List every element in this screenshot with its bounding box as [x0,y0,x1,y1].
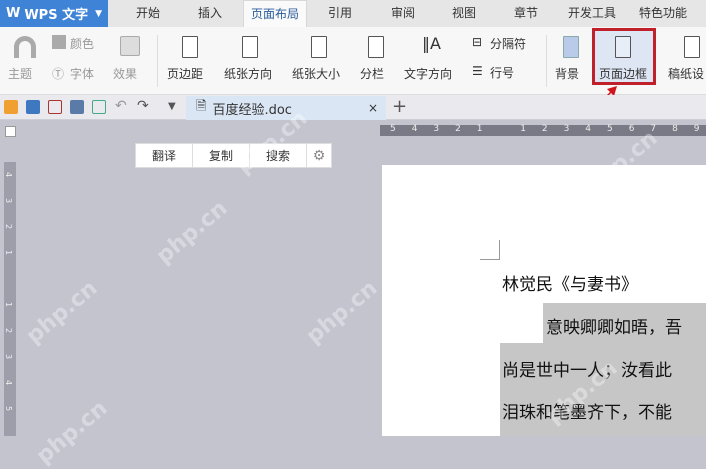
paper-size-icon [311,36,327,58]
customize-dropdown-icon[interactable]: ▼ [168,101,176,112]
manuscript-button[interactable]: 稿纸设 [668,65,704,82]
watermark: php.cn [301,275,383,350]
tab-4[interactable]: 审阅 [382,0,424,27]
margins-icon [182,36,198,58]
ruler-tick-label: 3 [4,353,14,360]
breaks-icon: ⊟ [472,35,483,49]
watermark: php.cn [151,195,233,270]
wps-menu-button[interactable]: W WPS 文字 ▼ [0,0,108,27]
orientation-icon [242,36,258,58]
page-border-button[interactable]: 页面边框 [599,65,647,82]
text-direction-icon: ‖A [422,34,441,53]
tab-7[interactable]: 开发工具 [560,0,624,27]
ruler-tick-label: 1 [476,124,483,134]
margins-button[interactable]: 页边距 [167,65,203,82]
app-name: WPS 文字 [24,8,89,23]
translate-button[interactable]: 翻译 [136,144,193,167]
tab-8[interactable]: 特色功能 [630,0,696,27]
effect-icon [120,36,140,56]
ruler-tick-label: 2 [4,223,14,230]
doc-icon: 🗎 [196,99,207,114]
ruler-tick-label: 1 [4,249,14,256]
save-icon[interactable] [26,100,40,114]
vertical-ruler[interactable]: 4 3 2 1 1 2 3 4 5 [4,162,16,436]
page-border-icon [615,36,631,58]
background-button[interactable]: 背景 [555,65,579,82]
tab-2[interactable]: 页面布局 [243,0,307,27]
redo-icon[interactable]: ↷ [137,98,149,114]
ruler-tick-label: 3 [563,124,570,134]
ruler-tick-label: 5 [4,405,14,412]
ruler-tick-label: 2 [541,124,548,134]
manuscript-icon [684,36,700,58]
tab-6[interactable]: 章节 [505,0,547,27]
horizontal-ruler[interactable]: 54321123456789 [380,124,706,136]
background-icon [563,36,579,58]
ruler-tick-label: 4 [4,171,14,178]
tab-0[interactable]: 开始 [128,0,168,27]
font-button[interactable]: 字体 [70,65,94,82]
columns-icon [368,36,384,58]
ruler-tick-label: 6 [628,124,635,134]
ruler-tick-label: 5 [390,124,396,134]
wps-logo-icon: W [6,6,21,21]
ruler-tick-label: 4 [4,379,14,386]
ruler-tick-label: 2 [455,124,461,134]
floating-toolbar: 翻译 复制 搜索 ⚙ [135,143,332,168]
new-tab-icon[interactable]: + [392,96,407,117]
doc-title-line[interactable]: 林觉民《与妻书》 [502,270,638,295]
columns-button[interactable]: 分栏 [360,65,384,82]
print-icon[interactable] [70,100,84,114]
chevron-down-icon: ▼ [95,8,102,19]
ruler-tick-label: 3 [4,197,14,204]
breaks-button[interactable]: 分隔符 [490,35,526,52]
ruler-tick-label: 4 [585,124,592,134]
export-pdf-icon[interactable] [48,100,62,114]
font-icon: Ⓣ [52,67,65,81]
close-tab-icon[interactable]: × [368,101,378,115]
ruler-tick-label: 2 [4,327,14,334]
theme-button[interactable]: 主题 [8,65,32,82]
theme-icon [14,36,36,58]
tab-stop-selector[interactable] [5,126,16,137]
undo-icon[interactable]: ↶ [115,98,127,114]
ruler-tick-label: 1 [520,124,526,134]
tab-1[interactable]: 插入 [190,0,230,27]
text-direction-button[interactable]: 文字方向 [404,65,452,82]
line-numbers-button[interactable]: 行号 [490,64,514,81]
gear-icon[interactable]: ⚙ [307,144,331,167]
indent-gap [500,303,543,343]
watermark: php.cn [31,395,113,469]
effect-button[interactable]: 效果 [113,65,137,82]
tab-5[interactable]: 视图 [443,0,485,27]
print-preview-icon[interactable] [92,100,106,114]
watermark: php.cn [21,275,103,350]
doc-line[interactable]: 意映卿卿如晤，吾 [546,313,682,338]
ruler-tick-label: 8 [672,124,678,134]
tab-3[interactable]: 引用 [318,0,362,27]
ruler-tick-label: 4 [411,124,418,134]
ruler-tick-label: 9 [693,124,700,134]
ruler-tick-label: 1 [4,301,14,308]
line-numbers-icon: ☰ [472,64,483,78]
open-icon[interactable] [4,100,18,114]
document-tab-name: 百度经验.doc [212,102,292,118]
color-icon [52,35,66,49]
paper-size-button[interactable]: 纸张大小 [292,65,340,82]
orientation-button[interactable]: 纸张方向 [224,65,272,82]
color-button[interactable]: 颜色 [70,35,94,52]
ruler-tick-label: 5 [607,124,613,134]
ruler-tick-label: 3 [433,124,440,134]
